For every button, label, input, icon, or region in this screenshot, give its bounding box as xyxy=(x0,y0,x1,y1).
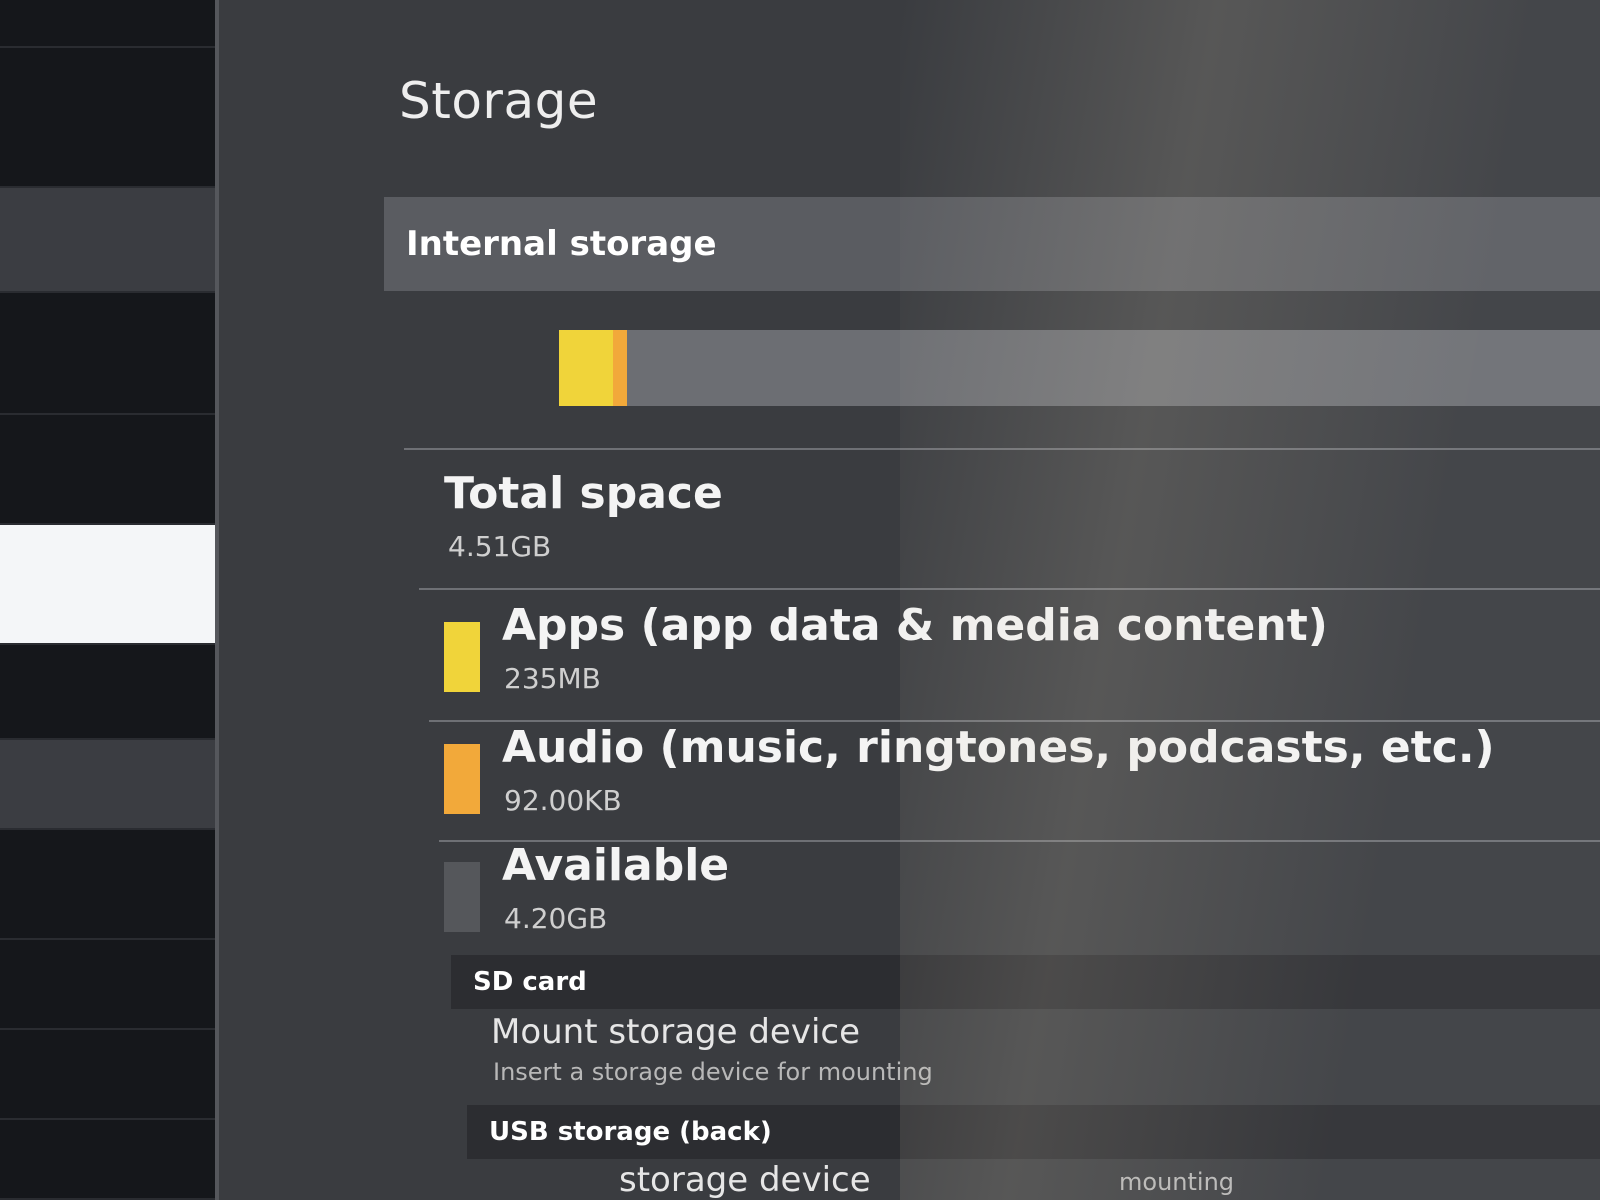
apps-usage-value: 235MB xyxy=(504,662,601,695)
storage-detail-pane: Storage Internal storage Total space 4.5… xyxy=(215,0,1600,1200)
total-space-row: Total space 4.51GB xyxy=(444,468,1544,578)
mount-sd-title[interactable]: Mount storage device xyxy=(491,1012,860,1052)
usb-storage-header: USB storage (back) xyxy=(467,1105,1600,1159)
apps-color-swatch xyxy=(444,622,480,692)
divider xyxy=(404,448,1600,450)
apps-usage-row[interactable]: Apps (app data & media content) 235MB xyxy=(444,600,1544,720)
divider xyxy=(419,588,1600,590)
usage-bar-apps-segment xyxy=(559,330,614,406)
internal-storage-header: Internal storage xyxy=(384,197,1600,291)
available-label: Available xyxy=(502,840,730,891)
audio-usage-label: Audio (music, ringtones, podcasts, etc.) xyxy=(502,722,1495,773)
mount-usb-subtitle: mounting xyxy=(1119,1168,1235,1196)
total-space-value: 4.51GB xyxy=(448,530,552,563)
total-space-label: Total space xyxy=(444,468,723,519)
mount-usb-title[interactable]: storage device xyxy=(619,1160,871,1200)
page-title: Storage xyxy=(399,72,599,130)
available-color-swatch xyxy=(444,862,480,932)
sd-card-header: SD card xyxy=(451,955,1600,1009)
storage-usage-bar xyxy=(559,330,1600,406)
screen: Storage Internal storage Total space 4.5… xyxy=(0,0,1600,1200)
available-row: Available 4.20GB xyxy=(444,840,1544,955)
audio-usage-row[interactable]: Audio (music, ringtones, podcasts, etc.)… xyxy=(444,722,1544,842)
usage-bar-audio-segment xyxy=(613,330,627,406)
mount-sd-subtitle: Insert a storage device for mounting xyxy=(493,1058,933,1086)
audio-color-swatch xyxy=(444,744,480,814)
audio-usage-value: 92.00KB xyxy=(504,784,622,817)
available-value: 4.20GB xyxy=(504,902,608,935)
apps-usage-label: Apps (app data & media content) xyxy=(502,600,1328,651)
